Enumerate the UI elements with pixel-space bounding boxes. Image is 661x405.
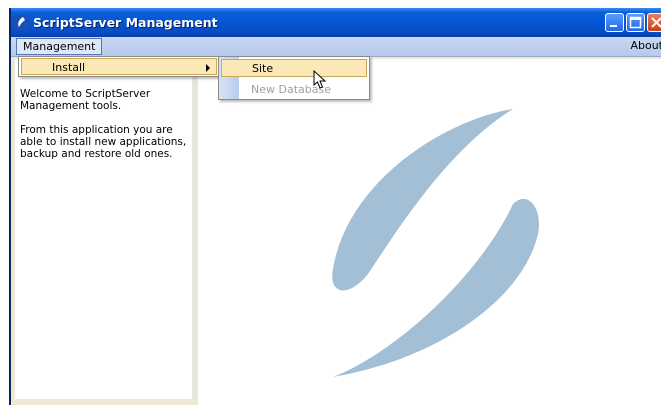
app-logo-icon bbox=[14, 15, 29, 30]
management-dropdown: Install bbox=[18, 56, 220, 77]
maximize-button[interactable] bbox=[626, 13, 645, 32]
content-area bbox=[198, 59, 661, 405]
welcome-text: Welcome to ScriptServer Management tools… bbox=[20, 88, 190, 172]
menu-about[interactable]: About bbox=[624, 38, 661, 54]
window-title: ScriptServer Management bbox=[33, 15, 218, 30]
left-panel: Welcome to ScriptServer Management tools… bbox=[15, 59, 198, 399]
title-bar[interactable]: ScriptServer Management bbox=[11, 8, 661, 37]
description-line: From this application you are able to in… bbox=[20, 124, 187, 160]
install-submenu: Site New Database bbox=[218, 56, 370, 100]
menu-item-site-label: Site bbox=[252, 62, 274, 75]
submenu-arrow-icon bbox=[206, 64, 210, 72]
minimize-icon bbox=[610, 25, 617, 27]
welcome-line: Welcome to ScriptServer Management tools… bbox=[20, 88, 151, 112]
maximize-icon bbox=[629, 16, 642, 29]
menu-item-install-label: Install bbox=[52, 61, 86, 74]
close-button[interactable] bbox=[647, 13, 661, 32]
brand-logo-icon bbox=[332, 109, 539, 377]
minimize-button[interactable] bbox=[605, 13, 624, 32]
menu-bar: Management About bbox=[11, 37, 661, 57]
mouse-cursor-icon bbox=[313, 70, 327, 89]
menu-item-install[interactable]: Install bbox=[21, 58, 217, 75]
menu-management[interactable]: Management bbox=[16, 38, 103, 55]
menu-item-site[interactable]: Site bbox=[221, 59, 367, 77]
close-icon bbox=[651, 17, 661, 28]
